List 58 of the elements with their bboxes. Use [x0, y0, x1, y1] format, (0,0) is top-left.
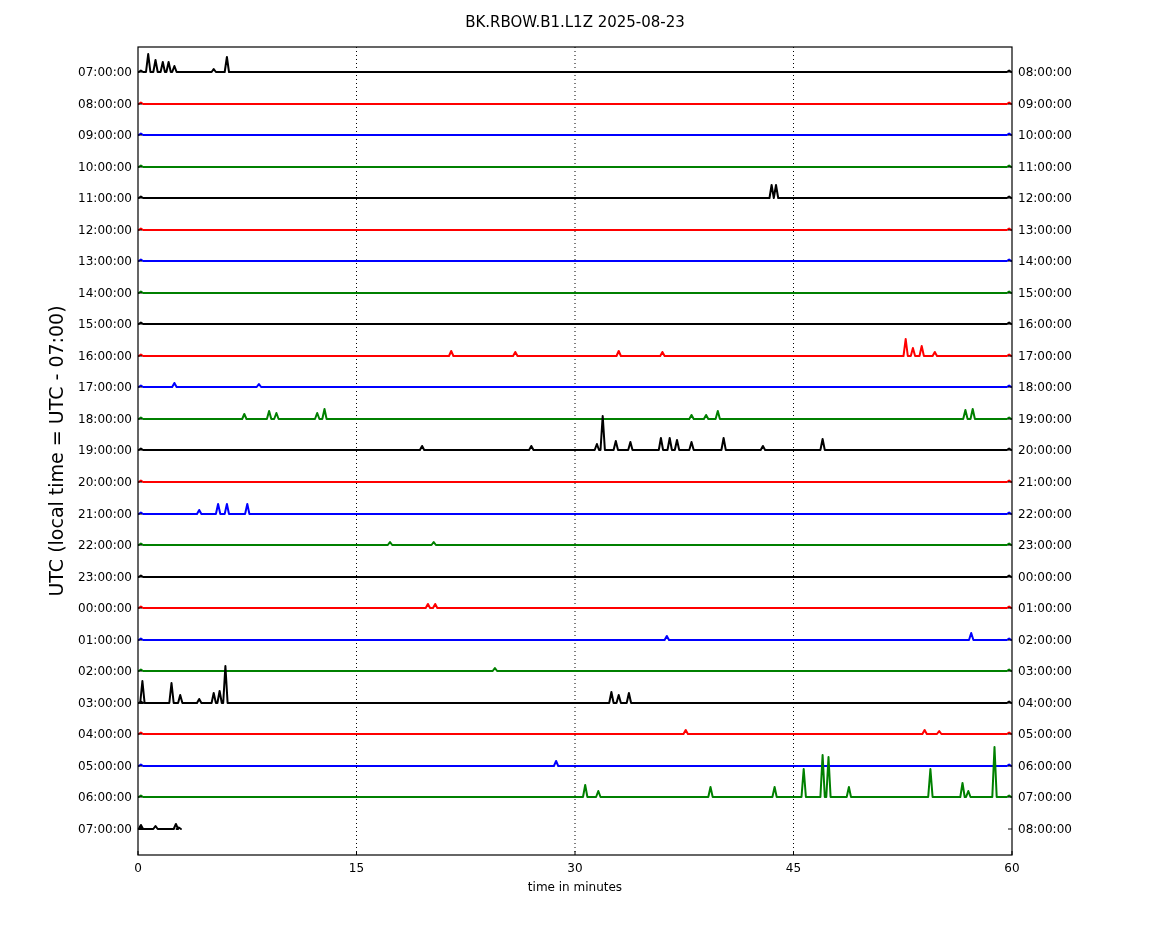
time-label: 10:00:00 [1018, 128, 1072, 142]
time-label: 17:00:00 [78, 380, 132, 394]
time-label: 01:00:00 [78, 633, 132, 647]
time-label: 02:00:00 [78, 664, 132, 678]
time-label: 13:00:00 [78, 254, 132, 268]
time-label: 23:00:00 [1018, 538, 1072, 552]
time-label: 03:00:00 [78, 696, 132, 710]
time-label: 09:00:00 [1018, 97, 1072, 111]
time-label: 15:00:00 [1018, 286, 1072, 300]
time-label: 08:00:00 [1018, 65, 1072, 79]
time-label: 04:00:00 [78, 727, 132, 741]
time-label: 11:00:00 [1018, 160, 1072, 174]
time-label: 05:00:00 [78, 759, 132, 773]
time-label: 01:00:00 [1018, 601, 1072, 615]
time-label: 08:00:00 [1018, 822, 1072, 836]
time-label: 20:00:00 [78, 475, 132, 489]
x-axis-label: time in minutes [527, 880, 623, 894]
time-label: 22:00:00 [78, 538, 132, 552]
time-label: 08:00:00 [78, 97, 132, 111]
time-label: 12:00:00 [78, 223, 132, 237]
time-label: 14:00:00 [78, 286, 132, 300]
y-axis-label: UTC (local time = UTC - 07:00) [45, 305, 67, 597]
time-label: 05:00:00 [1018, 727, 1072, 741]
time-label: 00:00:00 [1018, 570, 1072, 584]
time-label: 18:00:00 [1018, 380, 1072, 394]
time-label: 07:00:00 [78, 65, 132, 79]
axis-tick-label: 15 [348, 861, 365, 875]
axis-tick-label: 60 [1004, 861, 1020, 875]
time-label: 14:00:00 [1018, 254, 1072, 268]
time-label: 07:00:00 [1018, 790, 1072, 804]
time-label: 21:00:00 [1018, 475, 1072, 489]
chart-title: BK.RBOW.B1.L1Z 2025-08-23 [465, 13, 685, 31]
time-label: 15:00:00 [78, 317, 132, 331]
time-label: 23:00:00 [78, 570, 132, 584]
time-label: 11:00:00 [78, 191, 132, 205]
time-label: 20:00:00 [1018, 443, 1072, 457]
time-label: 17:00:00 [1018, 349, 1072, 363]
time-label: 07:00:00 [78, 822, 132, 836]
time-label: 03:00:00 [1018, 664, 1072, 678]
time-label: 22:00:00 [1018, 507, 1072, 521]
time-label: 16:00:00 [78, 349, 132, 363]
time-label: 10:00:00 [78, 160, 132, 174]
time-label: 21:00:00 [78, 507, 132, 521]
time-label: 13:00:00 [1018, 223, 1072, 237]
time-label: 19:00:00 [1018, 412, 1072, 426]
axis-tick-label: 30 [567, 861, 583, 875]
time-label: 06:00:00 [78, 790, 132, 804]
axis-tick-label: 45 [785, 861, 802, 875]
axis-tick-label: 0 [134, 861, 142, 875]
time-label: 16:00:00 [1018, 317, 1072, 331]
time-label: 09:00:00 [78, 128, 132, 142]
time-label: 04:00:00 [1018, 696, 1072, 710]
time-label: 12:00:00 [1018, 191, 1072, 205]
time-label: 06:00:00 [1018, 759, 1072, 773]
time-label: 00:00:00 [78, 601, 132, 615]
time-label: 19:00:00 [78, 443, 132, 457]
time-label: 02:00:00 [1018, 633, 1072, 647]
time-label: 18:00:00 [78, 412, 132, 426]
